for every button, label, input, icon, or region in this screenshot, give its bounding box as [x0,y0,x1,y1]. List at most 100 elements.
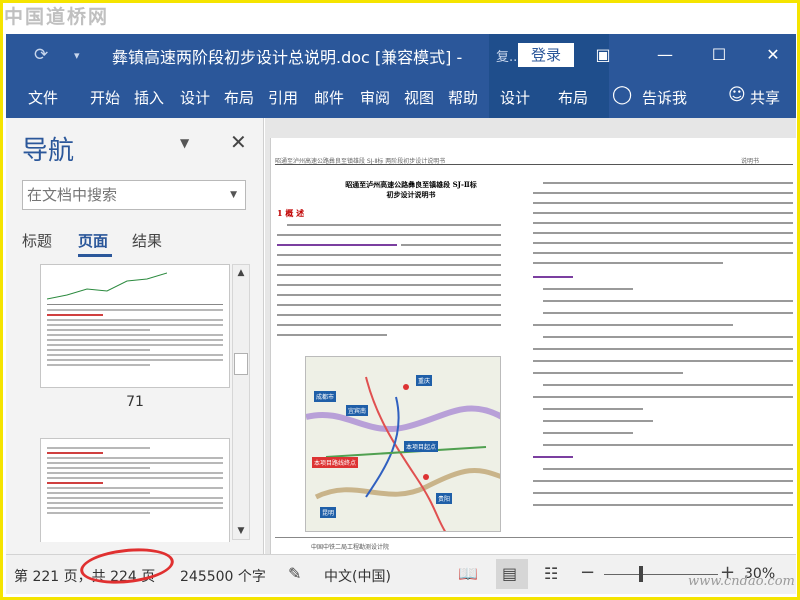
text-line [533,348,793,350]
tab-layout[interactable]: 布局 [224,87,254,108]
text-line [533,202,793,204]
read-mode-icon[interactable]: 📖 [458,564,478,583]
tab-mailings[interactable]: 邮件 [314,87,344,108]
text-line [533,396,793,398]
text-line [533,276,573,278]
web-layout-icon[interactable]: ☷ [544,564,558,583]
zoom-out-icon[interactable]: − [580,562,595,583]
ribbon-display-options-button[interactable]: ▣ [588,42,618,68]
route-map-figure: 成都市 宜宾南 重庆 本项目起点 本项目路线终点 昆明 贵阳 [305,356,501,532]
search-options-dropdown-icon[interactable]: ▼ [230,190,237,200]
lightbulb-icon[interactable]: ◯ [612,84,632,105]
text-line [543,288,633,290]
text-line [277,304,501,306]
thumbnail-page-number: 71 [126,394,144,410]
tab-table-layout[interactable]: 布局 [558,87,588,108]
text-line [277,334,387,336]
tell-me-search[interactable]: 告诉我 [642,87,687,108]
text-line [533,192,793,194]
map-label: 宜宾南 [346,405,369,416]
text-line [401,244,501,246]
header-rule [275,164,793,165]
text-line [543,336,793,338]
search-input[interactable] [23,181,213,209]
text-line [543,432,633,434]
text-line [533,480,793,482]
text-line [543,468,793,470]
text-line [277,274,501,276]
tab-home[interactable]: 开始 [90,87,120,108]
text-line [543,384,793,386]
login-button[interactable]: 登录 [518,43,574,67]
text-line [533,456,573,458]
map-label: 贵阳 [436,493,453,504]
scrollbar-thumb[interactable] [234,353,248,375]
text-line [277,284,501,286]
scroll-up-icon[interactable]: ▲ [233,268,249,278]
word-count-status[interactable]: 245500 个字 [180,566,266,586]
nav-scrollbar[interactable]: ▲ ▼ [232,264,250,540]
title-bar: ⟳ ▾ 彝镇高速两阶段初步设计总说明.doc [兼容模式] - 复... 登录 … [6,34,796,76]
text-line [277,264,501,266]
text-line [543,300,793,302]
tab-table-design[interactable]: 设计 [500,87,530,108]
active-tab-indicator [78,254,112,257]
footer-rule [275,537,793,538]
zoom-slider-thumb[interactable] [639,566,643,582]
map-label: 昆明 [320,507,337,518]
page-footer: 中国中铁二局工程勘测设计院 [311,544,390,551]
autosave-icon[interactable]: ⟳ [34,45,48,65]
navigation-pane: 导航 ▼ ✕ ▼ 标题 页面 结果 71 ▲ ▼ [6,118,264,554]
document-page[interactable]: 昭通至泸州高速公路彝良至镇雄段 SJ-Ⅱ标 两阶段初步设计说明书 说明书 昭通至… [270,138,796,554]
section-heading: 1 概 述 [277,208,305,218]
text-line [543,408,643,410]
text-line [277,234,501,236]
scroll-down-icon[interactable]: ▼ [233,526,249,536]
quick-access-dropdown-icon[interactable]: ▾ [74,49,80,62]
tab-pages[interactable]: 页面 [78,230,108,251]
page-thumbnail[interactable] [40,264,230,388]
tab-view[interactable]: 视图 [404,87,434,108]
text-line [533,212,793,214]
map-label: 重庆 [416,375,433,386]
tab-review[interactable]: 审阅 [360,87,390,108]
tab-insert[interactable]: 插入 [134,87,164,108]
map-label: 成都市 [314,391,337,402]
tab-results[interactable]: 结果 [132,230,162,251]
document-subheading: 初步设计说明书 [386,190,436,199]
tab-design[interactable]: 设计 [180,87,210,108]
tab-file[interactable]: 文件 [28,87,58,108]
document-area[interactable]: 昭通至泸州高速公路彝良至镇雄段 SJ-Ⅱ标 两阶段初步设计说明书 说明书 昭通至… [265,118,796,554]
text-line [277,314,501,316]
tab-references[interactable]: 引用 [268,87,298,108]
text-line [543,312,793,314]
person-icon[interactable]: ☺ [728,85,746,105]
text-line [277,244,397,246]
thumbnail-chart-icon [46,272,168,300]
text-line [533,242,793,244]
ribbon-tab-bar: 文件 开始 插入 设计 布局 引用 邮件 审阅 视图 帮助 设计 布局 ◯ 告诉… [6,76,796,118]
text-line [277,294,501,296]
close-window-button[interactable]: ✕ [758,42,788,68]
text-line [543,420,653,422]
text-line [533,252,793,254]
tab-headings[interactable]: 标题 [22,230,52,251]
language-status[interactable]: 中文(中国) [324,566,391,586]
text-line [543,182,793,184]
share-button[interactable]: 共享 [750,87,780,108]
text-line [533,360,793,362]
text-line [533,232,793,234]
text-line [533,324,733,326]
chevron-down-icon[interactable]: ▼ [180,136,189,150]
proofing-icon[interactable]: ✎ [288,564,301,583]
nav-search-box: ▼ [22,180,246,210]
page-thumbnail[interactable] [40,438,230,542]
maximize-button[interactable]: ☐ [704,42,734,68]
text-line [533,262,723,264]
tab-help[interactable]: 帮助 [448,87,478,108]
map-label: 本项目起点 [404,441,439,452]
minimize-button[interactable]: — [650,42,680,68]
print-layout-icon[interactable]: ▤ [502,564,517,583]
close-icon[interactable]: ✕ [230,130,247,154]
nav-pane-title: 导航 [22,136,75,166]
